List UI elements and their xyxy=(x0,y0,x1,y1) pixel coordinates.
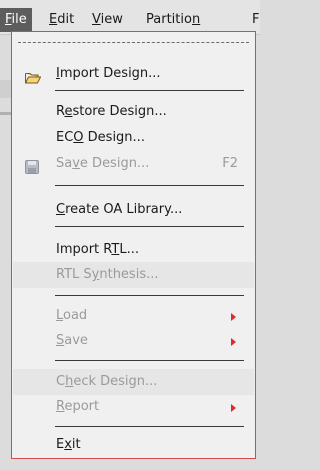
menu-item-label: Report xyxy=(56,399,100,414)
menu-partition[interactable]: Partition xyxy=(141,8,205,32)
background-divider xyxy=(0,112,11,115)
menu-item-import-design[interactable]: Import Design... xyxy=(13,61,254,87)
menu-separator xyxy=(55,226,244,227)
menu-item-label: RTL Synthesis... xyxy=(56,267,159,282)
submenu-arrow-icon xyxy=(231,404,236,412)
menu-item-check-design[interactable]: Check Design... xyxy=(13,369,254,395)
menu-item-load[interactable]: Load xyxy=(13,303,254,329)
tear-off-line[interactable] xyxy=(18,42,249,43)
menu-separator xyxy=(55,426,244,427)
menu-item-import-rtl[interactable]: Import RTL... xyxy=(13,237,254,263)
menu-separator xyxy=(55,185,244,186)
menu-item-label: ECO Design... xyxy=(56,130,145,145)
folder-open-icon xyxy=(25,68,42,84)
floppy-disk-icon xyxy=(25,158,41,174)
menu-item-label: Check Design... xyxy=(56,374,158,389)
shortcut-label: F2 xyxy=(222,156,238,171)
menu-item-rtl-synthesis[interactable]: RTL Synthesis... xyxy=(13,262,254,288)
menu-separator xyxy=(55,295,244,296)
submenu-arrow-icon xyxy=(231,338,236,346)
menu-view[interactable]: View xyxy=(87,8,128,32)
menu-item-label: Save Design... xyxy=(56,156,150,171)
menu-separator xyxy=(55,90,244,91)
menu-item-report[interactable]: Report xyxy=(13,394,254,420)
menu-item-create-oa-library[interactable]: Create OA Library... xyxy=(13,197,254,223)
menu-item-label: Exit xyxy=(56,437,81,452)
menu-file[interactable]: File xyxy=(0,8,32,32)
menu-separator xyxy=(55,360,244,361)
menu-item-label: Import RTL... xyxy=(56,242,139,257)
file-dropdown-menu: Import Design... Restore Design... ECO D… xyxy=(11,31,256,459)
submenu-arrow-icon xyxy=(231,313,236,321)
menu-f-truncated[interactable]: F xyxy=(247,8,264,32)
menu-item-save[interactable]: Save xyxy=(13,328,254,354)
menu-item-label: Save xyxy=(56,333,88,348)
menu-item-label: Restore Design... xyxy=(56,104,167,119)
menu-item-eco-design[interactable]: ECO Design... xyxy=(13,125,254,151)
menu-item-label: Create OA Library... xyxy=(56,202,183,217)
menu-item-save-design[interactable]: Save Design... F2 xyxy=(13,151,254,177)
menu-item-exit[interactable]: Exit xyxy=(13,432,254,458)
menu-edit[interactable]: Edit xyxy=(44,8,79,32)
menu-item-restore-design[interactable]: Restore Design... xyxy=(13,99,254,125)
menu-item-label: Load xyxy=(56,308,88,323)
menu-bar: File Edit View Partition F xyxy=(0,0,260,35)
background-toolbar-strip xyxy=(0,80,11,98)
menu-item-label: Import Design... xyxy=(56,66,161,81)
